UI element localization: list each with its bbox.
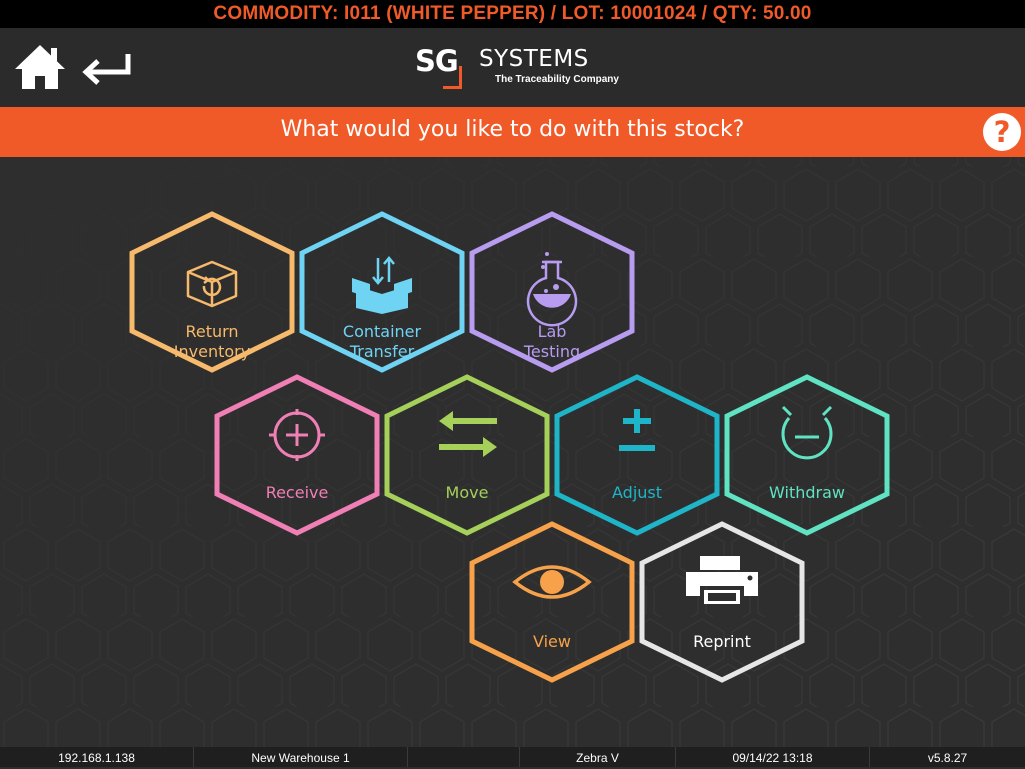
- home-button[interactable]: [12, 42, 68, 92]
- container-transfer-label-2: Transfer: [349, 342, 415, 361]
- help-button[interactable]: ?: [983, 113, 1021, 151]
- status-bar: 192.168.1.138 New Warehouse 1 Zebra V 09…: [0, 747, 1025, 767]
- move-label: Move: [446, 483, 489, 502]
- header: SG SYSTEMS The Traceability Company: [0, 28, 1025, 107]
- view-label: View: [533, 632, 571, 651]
- status-ip: 192.168.1.138: [0, 747, 194, 767]
- return-inventory-label-1: Return: [185, 322, 238, 341]
- container-transfer-label-1: Container: [343, 322, 422, 341]
- adjust-label: Adjust: [612, 483, 662, 502]
- status-version: v5.8.27: [927, 751, 968, 765]
- reprint-label: Reprint: [693, 632, 751, 651]
- back-arrow-icon: [82, 54, 131, 85]
- back-button[interactable]: [78, 48, 134, 88]
- status-datetime: 09/14/22 13:18: [676, 747, 870, 767]
- lab-testing-label-1: Lab: [538, 322, 567, 341]
- status-printer: Zebra V: [520, 747, 676, 767]
- logo-bracket: [443, 66, 462, 89]
- receive-label: Receive: [266, 483, 329, 502]
- logo-tagline: The Traceability Company: [495, 74, 619, 85]
- logo: SG SYSTEMS The Traceability Company: [413, 44, 623, 94]
- lab-testing-label-2: Testing: [523, 342, 580, 361]
- page-title: What would you like to do with this stoc…: [280, 117, 745, 142]
- commodity-bar: COMMODITY: I011 (WHITE PEPPER) / LOT: 10…: [0, 0, 1025, 28]
- withdraw-label: Withdraw: [769, 483, 845, 502]
- hex-menu: Return Inventory Container Transfer Lab …: [0, 157, 1025, 747]
- title-bar: What would you like to do with this stoc…: [0, 107, 1025, 157]
- action-panel: Return Inventory Container Transfer Lab …: [0, 157, 1025, 747]
- commodity-info: COMMODITY: I011 (WHITE PEPPER) / LOT: 10…: [213, 3, 812, 24]
- return-inventory-label-2: Inventory: [174, 342, 250, 361]
- logo-systems: SYSTEMS: [479, 46, 589, 72]
- home-icon: [15, 45, 65, 89]
- status-warehouse: New Warehouse 1: [194, 747, 408, 767]
- status-extra: [408, 747, 520, 767]
